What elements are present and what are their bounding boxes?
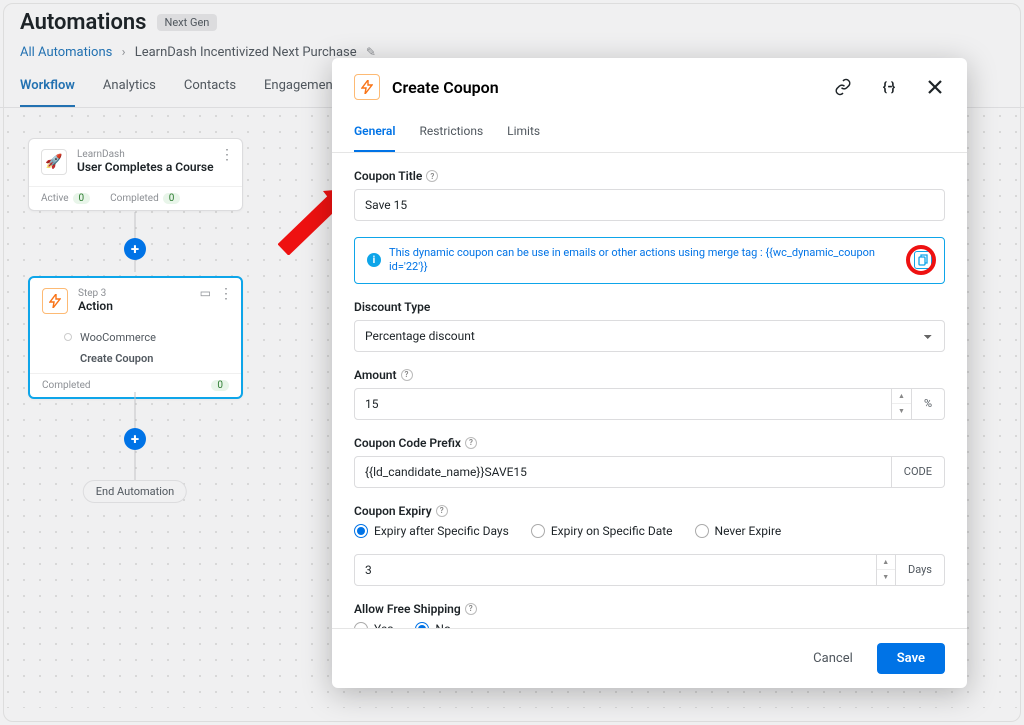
- modal-header: Create Coupon {··}: [332, 58, 967, 116]
- page-title: Automations: [20, 10, 147, 35]
- breadcrumb-root[interactable]: All Automations: [20, 45, 112, 60]
- kebab-icon[interactable]: ⋮: [220, 147, 234, 163]
- merge-tag-icon[interactable]: {··}: [879, 77, 899, 97]
- node-vendor: LearnDash: [77, 149, 214, 160]
- lightning-icon: [354, 74, 380, 100]
- help-icon[interactable]: ?: [465, 437, 477, 449]
- freeship-label: Allow Free Shipping?: [354, 602, 945, 616]
- chevron-up-icon: ▲: [877, 555, 895, 571]
- expiry-label: Coupon Expiry?: [354, 504, 945, 518]
- info-banner: i This dynamic coupon can be use in emai…: [354, 237, 945, 284]
- tab-workflow[interactable]: Workflow: [20, 78, 75, 107]
- modal-title: Create Coupon: [392, 78, 807, 97]
- comment-icon[interactable]: ▭: [200, 286, 211, 300]
- chevron-down-icon: ▼: [877, 570, 895, 585]
- chevron-down-icon: ▼: [892, 404, 911, 419]
- tab-limits[interactable]: Limits: [507, 116, 540, 152]
- expiry-opt-days[interactable]: Expiry after Specific Days: [354, 524, 509, 538]
- help-icon[interactable]: ?: [436, 505, 448, 517]
- node-stat-completed-val: 0: [163, 193, 181, 204]
- tab-analytics[interactable]: Analytics: [103, 78, 156, 107]
- kebab-icon[interactable]: ⋮: [219, 286, 233, 302]
- expiry-opt-date[interactable]: Expiry on Specific Date: [531, 524, 673, 538]
- node-action-title: Action: [78, 299, 113, 315]
- dot-icon: [64, 333, 72, 341]
- expiry-days-input[interactable]: [354, 554, 877, 586]
- tab-contacts[interactable]: Contacts: [184, 78, 236, 107]
- prefix-label: Coupon Code Prefix?: [354, 436, 945, 450]
- badge-nextgen: Next Gen: [157, 14, 218, 31]
- help-icon[interactable]: ?: [426, 170, 438, 182]
- amount-unit: %: [912, 388, 945, 420]
- info-text: This dynamic coupon can be use in emails…: [389, 246, 906, 275]
- number-stepper[interactable]: ▲▼: [892, 388, 912, 420]
- discount-type-label: Discount Type: [354, 300, 945, 314]
- help-icon[interactable]: ?: [465, 603, 477, 615]
- number-stepper[interactable]: ▲▼: [877, 554, 896, 586]
- lightning-icon: [42, 288, 68, 314]
- coupon-title-label: Coupon Title?: [354, 169, 945, 183]
- expiry-opt-never[interactable]: Never Expire: [695, 524, 782, 538]
- node-stat-active-val: 0: [73, 193, 91, 204]
- chevron-up-icon: ▲: [892, 389, 911, 405]
- pencil-icon[interactable]: ✎: [366, 45, 376, 59]
- page-header: Automations Next Gen All Automations › L…: [0, 0, 1024, 60]
- cancel-button[interactable]: Cancel: [801, 643, 865, 674]
- copy-icon[interactable]: [914, 251, 932, 269]
- save-button[interactable]: Save: [877, 643, 945, 674]
- rocket-icon: 🚀: [41, 149, 67, 175]
- coupon-title-input[interactable]: [354, 189, 945, 221]
- node-step: Step 3: [78, 288, 113, 299]
- help-icon[interactable]: ?: [401, 369, 413, 381]
- node-sub-vendor: WooCommerce: [80, 331, 156, 344]
- prefix-input[interactable]: [354, 456, 892, 488]
- node-footer-label: Completed: [42, 380, 91, 391]
- close-icon[interactable]: [925, 77, 945, 97]
- chevron-right-icon: ›: [122, 45, 126, 60]
- modal-body: Coupon Title? i This dynamic coupon can …: [332, 153, 967, 628]
- amount-input[interactable]: [354, 388, 892, 420]
- node-trigger[interactable]: 🚀 LearnDash User Completes a Course ⋮ Ac…: [28, 138, 243, 211]
- breadcrumb-current: LearnDash Incentivized Next Purchase: [135, 45, 357, 60]
- tab-general[interactable]: General: [354, 116, 395, 152]
- node-sub-title: Create Coupon: [80, 352, 153, 365]
- info-icon: i: [367, 253, 381, 267]
- amount-label: Amount?: [354, 368, 945, 382]
- add-step-button[interactable]: +: [124, 428, 146, 450]
- tab-restrictions[interactable]: Restrictions: [419, 116, 483, 152]
- node-stat-active-label: Active: [41, 193, 69, 204]
- node-stat-completed-label: Completed: [110, 193, 159, 204]
- end-automation-pill: End Automation: [83, 480, 187, 503]
- create-coupon-modal: Create Coupon {··} General Restrictions …: [332, 58, 967, 688]
- link-icon[interactable]: [833, 77, 853, 97]
- connector-line: [135, 450, 136, 480]
- expiry-days-unit: Days: [896, 554, 945, 586]
- modal-footer: Cancel Save: [332, 628, 967, 688]
- modal-tabs: General Restrictions Limits: [332, 116, 967, 153]
- add-step-button[interactable]: +: [124, 238, 146, 260]
- prefix-addon: CODE: [892, 456, 945, 488]
- node-footer-val: 0: [211, 380, 229, 391]
- discount-type-select[interactable]: Percentage discount: [354, 320, 945, 352]
- node-action[interactable]: Step 3 Action ▭ ⋮ WooCommerce Create Cou…: [28, 276, 243, 399]
- node-title: User Completes a Course: [77, 160, 214, 176]
